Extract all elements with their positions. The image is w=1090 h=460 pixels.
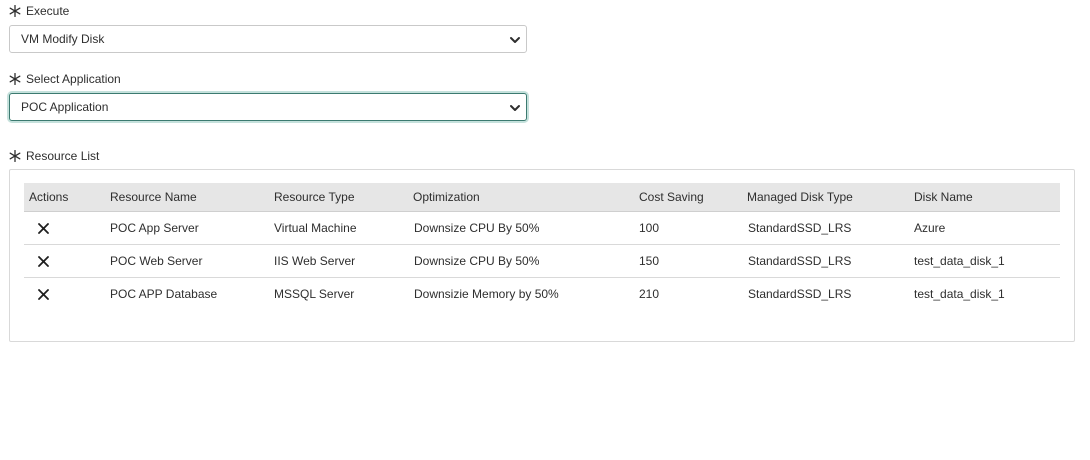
optimization-cell: Downsize CPU By 50%: [413, 244, 639, 278]
table-row: POC App Server Virtual Machine Downsize …: [24, 211, 1060, 245]
asterisk-icon: [9, 150, 21, 162]
managed-disk-type-cell: StandardSSD_LRS: [747, 244, 914, 278]
optimization-cell: Downsizie Memory by 50%: [414, 287, 559, 301]
asterisk-icon: [9, 73, 21, 85]
resource-name-cell: POC Web Server: [110, 244, 274, 278]
optimization-cell: Downsize CPU By 50%: [413, 211, 639, 245]
managed-disk-type-cell: StandardSSD_LRS: [748, 287, 852, 301]
column-header-managed-disk-type: Managed Disk Type: [747, 183, 914, 212]
resource-list-panel: Actions Resource Name Resource Type Opti…: [9, 169, 1075, 342]
execute-select[interactable]: VM Modify Disk: [9, 25, 527, 53]
application-label: Select Application: [9, 72, 121, 86]
execute-select-value: VM Modify Disk: [21, 32, 105, 46]
column-header-resource-name: Resource Name: [110, 183, 274, 212]
resource-list-label: Resource List: [9, 149, 99, 163]
close-icon[interactable]: [38, 223, 49, 235]
disk-name-cell: test_data_disk_1: [914, 244, 1060, 278]
actions-cell: [24, 244, 110, 278]
actions-cell: [24, 278, 110, 311]
column-header-optimization: Optimization: [413, 183, 639, 212]
column-header-resource-type: Resource Type: [274, 183, 413, 212]
chevron-down-icon: [510, 105, 520, 111]
disk-name-cell: Azure: [914, 211, 1060, 245]
resource-name-cell: POC APP Database: [110, 287, 218, 301]
execute-label-text: Execute: [26, 4, 70, 18]
application-select-value: POC Application: [21, 100, 109, 114]
resource-name-cell: POC App Server: [110, 211, 274, 245]
managed-disk-type-cell: StandardSSD_LRS: [747, 211, 914, 245]
cost-saving-cell: 210: [639, 287, 660, 301]
cost-saving-cell: 100: [639, 211, 747, 245]
resource-type-cell: IIS Web Server: [274, 244, 413, 278]
resource-table: Actions Resource Name Resource Type Opti…: [24, 183, 1060, 310]
column-header-cost-saving: Cost Saving: [639, 183, 747, 212]
disk-name-cell: test_data_disk_1: [914, 287, 1005, 301]
table-header-row: Actions Resource Name Resource Type Opti…: [24, 183, 1060, 212]
execute-label: Execute: [9, 4, 69, 18]
application-select[interactable]: POC Application: [9, 93, 527, 121]
asterisk-icon: [9, 5, 21, 17]
close-icon[interactable]: [38, 289, 49, 301]
column-header-disk-name: Disk Name: [914, 183, 1060, 212]
chevron-down-icon: [510, 37, 520, 43]
cost-saving-cell: 150: [639, 244, 747, 278]
close-icon[interactable]: [38, 256, 49, 268]
resource-type-cell: Virtual Machine: [274, 211, 413, 245]
resource-type-cell: MSSQL Server: [274, 287, 355, 301]
resource-list-label-text: Resource List: [26, 149, 100, 163]
application-label-text: Select Application: [26, 72, 121, 86]
table-row: POC Web Server IIS Web Server Downsize C…: [24, 244, 1060, 278]
table-row: POC APP Database MSSQL Server Downsizie …: [24, 278, 1060, 311]
column-header-actions: Actions: [24, 183, 110, 212]
actions-cell: [24, 211, 110, 245]
